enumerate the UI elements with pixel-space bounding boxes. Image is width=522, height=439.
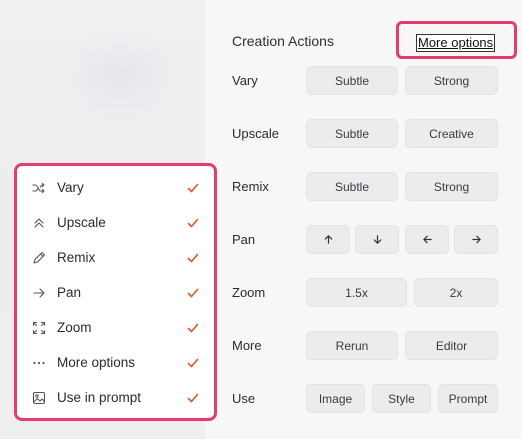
menu-item-label: Remix bbox=[57, 250, 96, 265]
use-prompt-button[interactable]: Prompt bbox=[438, 384, 498, 413]
menu-item-label: Zoom bbox=[57, 320, 92, 335]
menu-item-label: Pan bbox=[57, 285, 82, 300]
more-dots-icon bbox=[31, 355, 47, 371]
menu-item-zoom[interactable]: Zoom bbox=[17, 311, 214, 346]
pan-left-button[interactable] bbox=[405, 225, 449, 254]
pan-down-button[interactable] bbox=[355, 225, 399, 254]
remix-subtle-button[interactable]: Subtle bbox=[306, 172, 398, 201]
menu-item-upscale[interactable]: Upscale bbox=[17, 206, 214, 241]
menu-item-remix[interactable]: Remix bbox=[17, 241, 214, 276]
row-label-upscale: Upscale bbox=[232, 126, 279, 141]
row-label-remix: Remix bbox=[232, 179, 269, 194]
shuffle-icon bbox=[31, 180, 47, 196]
menu-item-use-in-prompt[interactable]: Use in prompt bbox=[17, 381, 214, 416]
arrow-right-icon bbox=[31, 285, 47, 301]
expand-icon bbox=[31, 320, 47, 336]
check-icon bbox=[187, 218, 199, 228]
menu-item-label: Upscale bbox=[57, 215, 106, 230]
vary-strong-button[interactable]: Strong bbox=[405, 66, 498, 95]
check-icon bbox=[187, 358, 199, 368]
menu-item-label: More options bbox=[57, 355, 136, 370]
check-icon bbox=[187, 323, 199, 333]
pan-up-button[interactable] bbox=[306, 225, 350, 254]
menu-item-label: Use in prompt bbox=[57, 390, 142, 405]
pencil-icon bbox=[31, 250, 47, 266]
remix-strong-button[interactable]: Strong bbox=[405, 172, 498, 201]
menu-item-pan[interactable]: Pan bbox=[17, 276, 214, 311]
double-chevron-up-icon bbox=[31, 215, 47, 231]
check-icon bbox=[187, 288, 199, 298]
zoom-1-5x-button[interactable]: 1.5x bbox=[306, 278, 407, 307]
row-label-zoom: Zoom bbox=[232, 285, 266, 300]
use-image-button[interactable]: Image bbox=[306, 384, 365, 413]
row-label-pan: Pan bbox=[232, 232, 256, 247]
arrow-down-icon bbox=[373, 235, 381, 244]
menu-item-label: Vary bbox=[57, 180, 84, 195]
arrow-left-icon bbox=[422, 235, 432, 244]
rerun-button[interactable]: Rerun bbox=[306, 331, 398, 360]
pan-right-button[interactable] bbox=[454, 225, 498, 254]
vary-subtle-button[interactable]: Subtle bbox=[306, 66, 398, 95]
use-style-button[interactable]: Style bbox=[372, 384, 431, 413]
menu-item-vary[interactable]: Vary bbox=[17, 171, 214, 206]
arrow-up-icon bbox=[324, 235, 332, 244]
check-icon bbox=[187, 183, 199, 193]
row-label-more: More bbox=[232, 338, 262, 353]
section-title: Creation Actions bbox=[232, 33, 334, 49]
arrow-right-icon bbox=[471, 235, 481, 244]
actions-visibility-menu: Vary Upscale Remix Pan Zoom More options bbox=[14, 163, 217, 421]
zoom-2x-button[interactable]: 2x bbox=[414, 278, 498, 307]
upscale-creative-button[interactable]: Creative bbox=[405, 119, 498, 148]
check-icon bbox=[187, 393, 199, 403]
row-label-use: Use bbox=[232, 391, 256, 406]
upscale-subtle-button[interactable]: Subtle bbox=[306, 119, 398, 148]
menu-item-more-options[interactable]: More options bbox=[17, 346, 214, 381]
more-options-link[interactable]: More options bbox=[416, 34, 496, 52]
row-label-vary: Vary bbox=[232, 73, 258, 88]
image-icon bbox=[31, 390, 47, 406]
editor-button[interactable]: Editor bbox=[405, 331, 498, 360]
check-icon bbox=[187, 253, 199, 263]
more-options-highlight: More options bbox=[396, 21, 517, 59]
